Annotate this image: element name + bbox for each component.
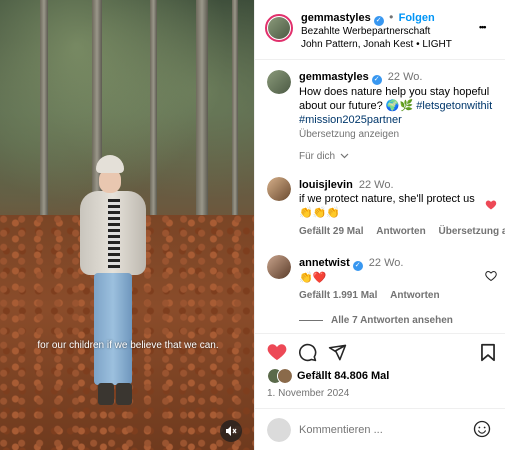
for-you-dropdown[interactable]: Für dich bbox=[299, 151, 349, 162]
verified-badge-icon: ✓ bbox=[373, 16, 384, 26]
comment-meta: Gefällt 29 Mal Antworten Übersetzung anz… bbox=[299, 226, 505, 237]
for-you-label: Für dich bbox=[299, 151, 336, 162]
see-translation-link[interactable]: Übersetzung anze bbox=[438, 226, 505, 237]
like-button[interactable] bbox=[267, 343, 287, 364]
share-icon[interactable] bbox=[328, 343, 347, 365]
person-figure bbox=[78, 155, 178, 425]
avatar[interactable] bbox=[265, 14, 293, 42]
post-date[interactable]: 1. November 2024 bbox=[267, 388, 349, 399]
comment-icon[interactable] bbox=[298, 343, 317, 365]
see-translation-link[interactable]: Übersetzung anzeigen bbox=[299, 129, 399, 140]
author-username[interactable]: gemmastyles bbox=[301, 12, 371, 24]
comment-like-icon[interactable] bbox=[485, 199, 497, 211]
emoji-icon[interactable] bbox=[473, 420, 491, 441]
comment-username[interactable]: louisjlevin bbox=[299, 179, 353, 191]
liker-avatars[interactable] bbox=[267, 368, 293, 384]
tree-trunk bbox=[232, 0, 238, 230]
comment-emoji: 👏👏👏 bbox=[299, 207, 341, 219]
verified-badge-icon: ✓ bbox=[352, 261, 363, 271]
video-subtitle: for our children if we believe that we c… bbox=[37, 340, 219, 351]
divider bbox=[255, 333, 505, 334]
bookmark-icon[interactable] bbox=[480, 343, 496, 365]
post-time[interactable]: 22 Wo. bbox=[388, 71, 423, 83]
comment-like-icon[interactable] bbox=[485, 270, 497, 282]
hashtag-link[interactable]: #mission2025partner bbox=[299, 114, 402, 126]
avatar[interactable] bbox=[267, 255, 291, 279]
post-panel: gemmastyles ✓ • Folgen Bezahlte Werbepart… bbox=[254, 0, 505, 450]
avatar[interactable] bbox=[267, 70, 291, 94]
likes-count[interactable]: Gefällt 84.806 Mal bbox=[297, 370, 389, 382]
reply-button[interactable]: Antworten bbox=[390, 290, 439, 301]
comment-input[interactable] bbox=[299, 420, 459, 440]
video-player[interactable]: for our children if we believe that we c… bbox=[0, 0, 254, 450]
comment-meta: Gefällt 1.991 Mal Antworten bbox=[299, 290, 440, 301]
avatar bbox=[267, 418, 291, 442]
view-replies-label: Alle 7 Antworten ansehen bbox=[331, 315, 453, 326]
comment: annetwist ✓ 22 Wo. 👏❤️ bbox=[299, 256, 489, 285]
speaker-muted-icon[interactable] bbox=[220, 420, 242, 442]
reply-button[interactable]: Antworten bbox=[376, 226, 425, 237]
more-options-icon[interactable]: ••• bbox=[479, 22, 487, 32]
divider bbox=[299, 319, 323, 321]
avatar[interactable] bbox=[267, 177, 291, 201]
caption-username[interactable]: gemmastyles bbox=[299, 71, 369, 83]
comment-text: if we protect nature, she'll protect us bbox=[299, 193, 475, 205]
comment-likes[interactable]: Gefällt 1.991 Mal bbox=[299, 290, 377, 301]
comment: louisjlevin 22 Wo. if we protect nature,… bbox=[299, 178, 489, 220]
post-caption: gemmastyles ✓ 22 Wo. How does nature help… bbox=[299, 70, 499, 142]
audio-track[interactable]: John Pattern, Jonah Kest • LIGHT bbox=[301, 39, 452, 50]
comment-username[interactable]: annetwist bbox=[299, 257, 350, 269]
comment-likes[interactable]: Gefällt 29 Mal bbox=[299, 226, 363, 237]
tree-trunk bbox=[40, 0, 48, 240]
follow-button[interactable]: Folgen bbox=[399, 12, 435, 24]
view-replies-button[interactable]: Alle 7 Antworten ansehen bbox=[299, 315, 453, 326]
chevron-down-icon bbox=[340, 151, 349, 162]
post-header: gemmastyles ✓ • Folgen Bezahlte Werbepart… bbox=[255, 0, 505, 60]
comment-emoji: 👏❤️ bbox=[299, 272, 327, 284]
tree-trunk bbox=[196, 0, 208, 250]
comment-time[interactable]: 22 Wo. bbox=[359, 179, 394, 191]
paid-partnership-label[interactable]: Bezahlte Werbepartnerschaft bbox=[301, 26, 430, 37]
comment-time[interactable]: 22 Wo. bbox=[369, 257, 404, 269]
divider bbox=[255, 408, 505, 409]
hashtag-link[interactable]: #letsgetonwithit bbox=[416, 100, 492, 112]
separator: • bbox=[389, 10, 394, 24]
verified-badge-icon: ✓ bbox=[371, 75, 382, 85]
